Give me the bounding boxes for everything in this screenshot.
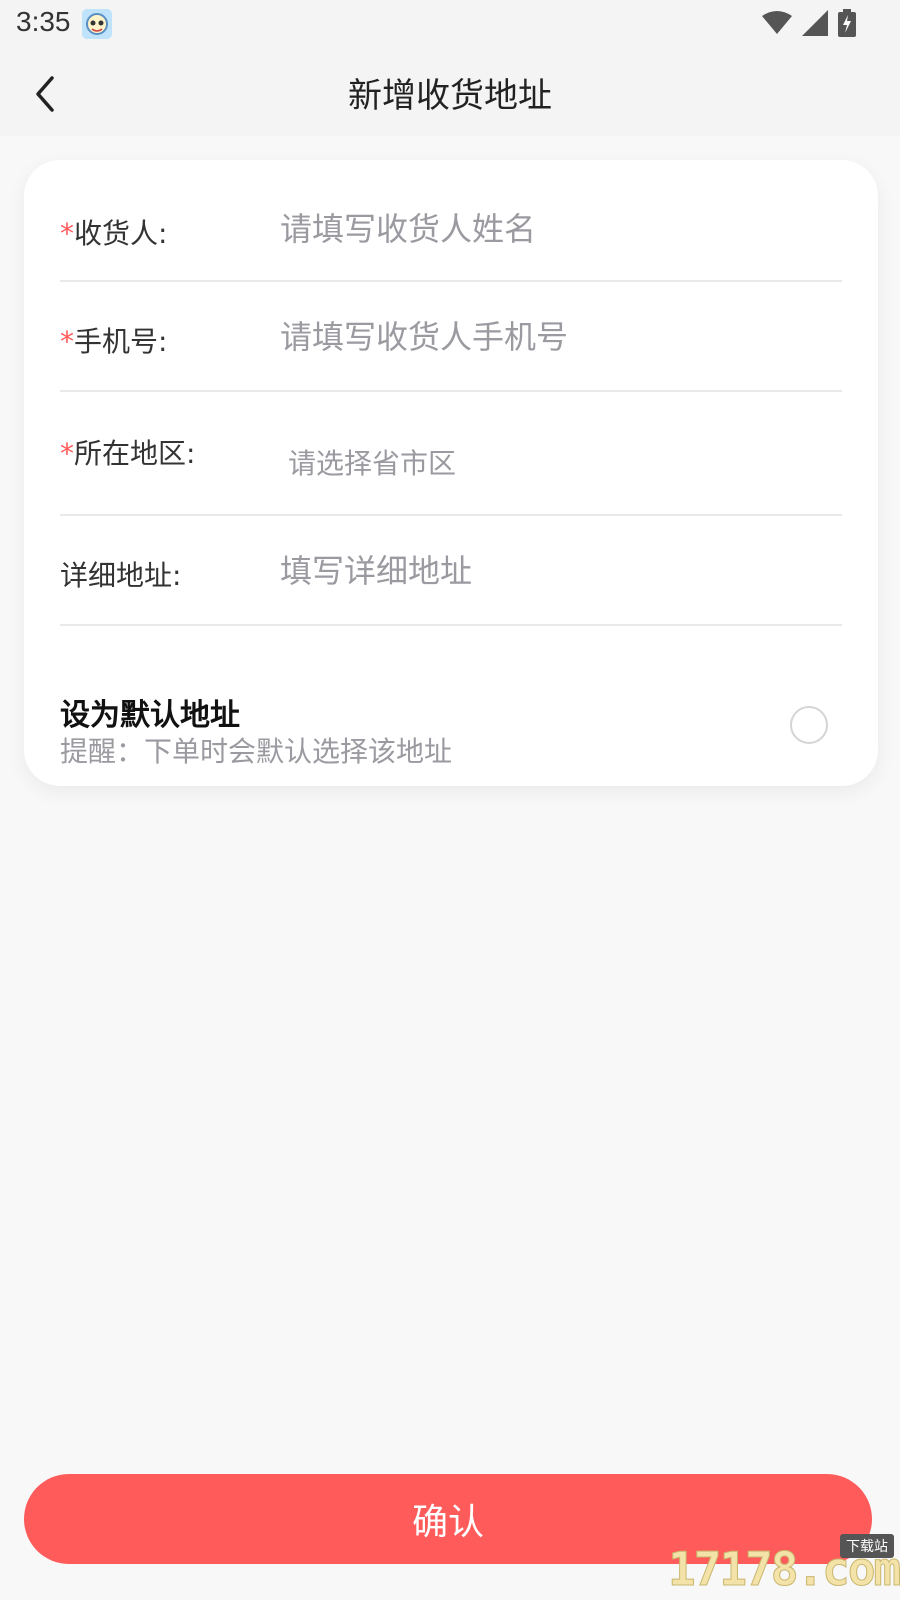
app-notification-icon xyxy=(82,9,112,39)
form-row-detail-address: 详细地址: xyxy=(60,516,842,626)
form-row-phone: *手机号: xyxy=(60,282,842,392)
recipient-name-input[interactable] xyxy=(280,210,840,248)
default-address-title: 设为默认地址 xyxy=(60,698,240,733)
detail-address-input[interactable] xyxy=(280,552,840,590)
phone-label: *手机号: xyxy=(60,325,168,358)
detail-address-label: 详细地址: xyxy=(60,559,182,592)
region-selector[interactable]: 请选择省市区 xyxy=(288,442,456,482)
default-address-radio[interactable] xyxy=(790,706,828,744)
required-mark: * xyxy=(60,437,74,470)
form-row-recipient: *收货人: xyxy=(60,190,842,282)
site-watermark: 17178.com 下载站 xyxy=(667,1534,900,1597)
recipient-label: *收货人: xyxy=(60,217,168,250)
page-title: 新增收货地址 xyxy=(348,76,552,116)
default-address-hint: 提醒：下单时会默认选择该地址 xyxy=(60,735,453,768)
required-mark: * xyxy=(60,325,74,358)
phone-number-input[interactable] xyxy=(280,318,840,356)
wifi-icon xyxy=(762,10,792,40)
region-label: *所在地区: xyxy=(60,437,196,470)
status-bar: 3:35 xyxy=(0,0,900,48)
battery-icon xyxy=(838,9,856,41)
nav-header: 新增收货地址 xyxy=(0,48,900,136)
watermark-tag: 下载站 xyxy=(840,1534,894,1558)
required-mark: * xyxy=(60,217,74,250)
status-time: 3:35 xyxy=(16,6,71,37)
cellular-signal-icon xyxy=(802,10,828,40)
address-form-card: *收货人: *手机号: *所在地区: 请选择省市区 详细地址: 设为默认地址 提… xyxy=(24,160,878,786)
form-row-region: *所在地区: 请选择省市区 xyxy=(60,392,842,516)
